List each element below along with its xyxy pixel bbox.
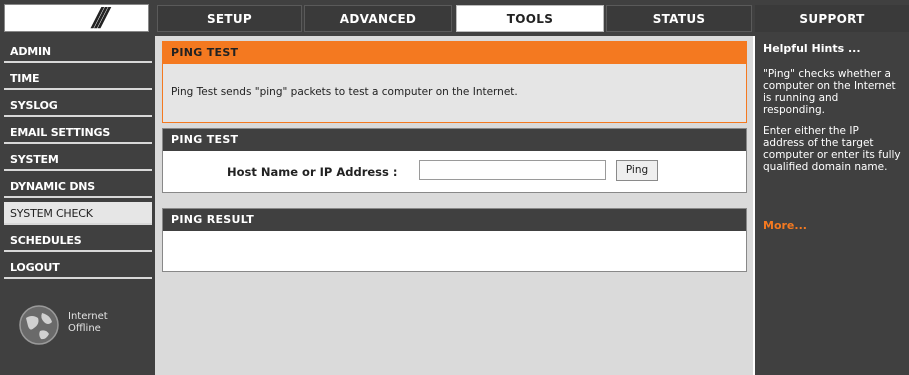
tab-advanced[interactable]: ADVANCED xyxy=(304,5,452,32)
internet-status-text: Internet Offline xyxy=(68,311,108,335)
hints-paragraph-2: Enter either the IP address of the targe… xyxy=(763,125,901,173)
sidebar-item-schedules[interactable]: SCHEDULES xyxy=(4,229,152,252)
internet-status-line2: Offline xyxy=(68,323,101,334)
sidebar-item-email-settings[interactable]: EMAIL SETTINGS xyxy=(4,121,152,144)
tab-tools[interactable]: TOOLS xyxy=(456,5,604,32)
ping-button[interactable]: Ping xyxy=(616,160,658,181)
intro-panel-title: PING TEST xyxy=(163,42,746,64)
sidebar-item-time[interactable]: TIME xyxy=(4,67,152,90)
tab-status[interactable]: STATUS xyxy=(606,5,752,32)
sidebar-item-dynamic-dns[interactable]: DYNAMIC DNS xyxy=(4,175,152,198)
host-label: Host Name or IP Address : xyxy=(227,165,398,179)
intro-panel: PING TEST Ping Test sends "ping" packets… xyxy=(162,41,747,123)
ping-test-panel-title: PING TEST xyxy=(163,129,746,151)
helpful-hints: Helpful Hints ... "Ping" checks whether … xyxy=(755,36,909,375)
sidebar-item-logout[interactable]: LOGOUT xyxy=(4,256,152,279)
sidebar-item-system[interactable]: SYSTEM xyxy=(4,148,152,171)
sidebar-item-system-check[interactable]: SYSTEM CHECK xyxy=(4,202,152,225)
ping-test-panel: PING TEST Host Name or IP Address : Ping xyxy=(162,128,747,193)
ping-result-panel-title: PING RESULT xyxy=(163,209,746,231)
tab-support[interactable]: SUPPORT xyxy=(755,5,909,32)
intro-description: Ping Test sends "ping" packets to test a… xyxy=(171,86,518,98)
logo: /// xyxy=(4,4,149,32)
sidebar-item-admin[interactable]: ADMIN xyxy=(4,40,152,63)
top-nav-bar: /// SETUP ADVANCED TOOLS STATUS SUPPORT xyxy=(0,0,909,36)
tab-setup[interactable]: SETUP xyxy=(157,5,302,32)
hints-paragraph-1: "Ping" checks whether a computer on the … xyxy=(763,68,896,116)
globe-icon xyxy=(19,305,59,345)
sidebar: ADMIN TIME SYSLOG EMAIL SETTINGS SYSTEM … xyxy=(0,36,155,375)
hints-more-link[interactable]: More... xyxy=(763,219,807,232)
sidebar-item-syslog[interactable]: SYSLOG xyxy=(4,94,152,117)
main-content: PING TEST Ping Test sends "ping" packets… xyxy=(155,36,753,375)
internet-status: Internet Offline xyxy=(18,304,138,354)
ping-result-panel: PING RESULT xyxy=(162,208,747,272)
internet-status-line1: Internet xyxy=(68,311,108,322)
host-input[interactable] xyxy=(419,160,606,180)
hints-title: Helpful Hints ... xyxy=(763,42,861,55)
